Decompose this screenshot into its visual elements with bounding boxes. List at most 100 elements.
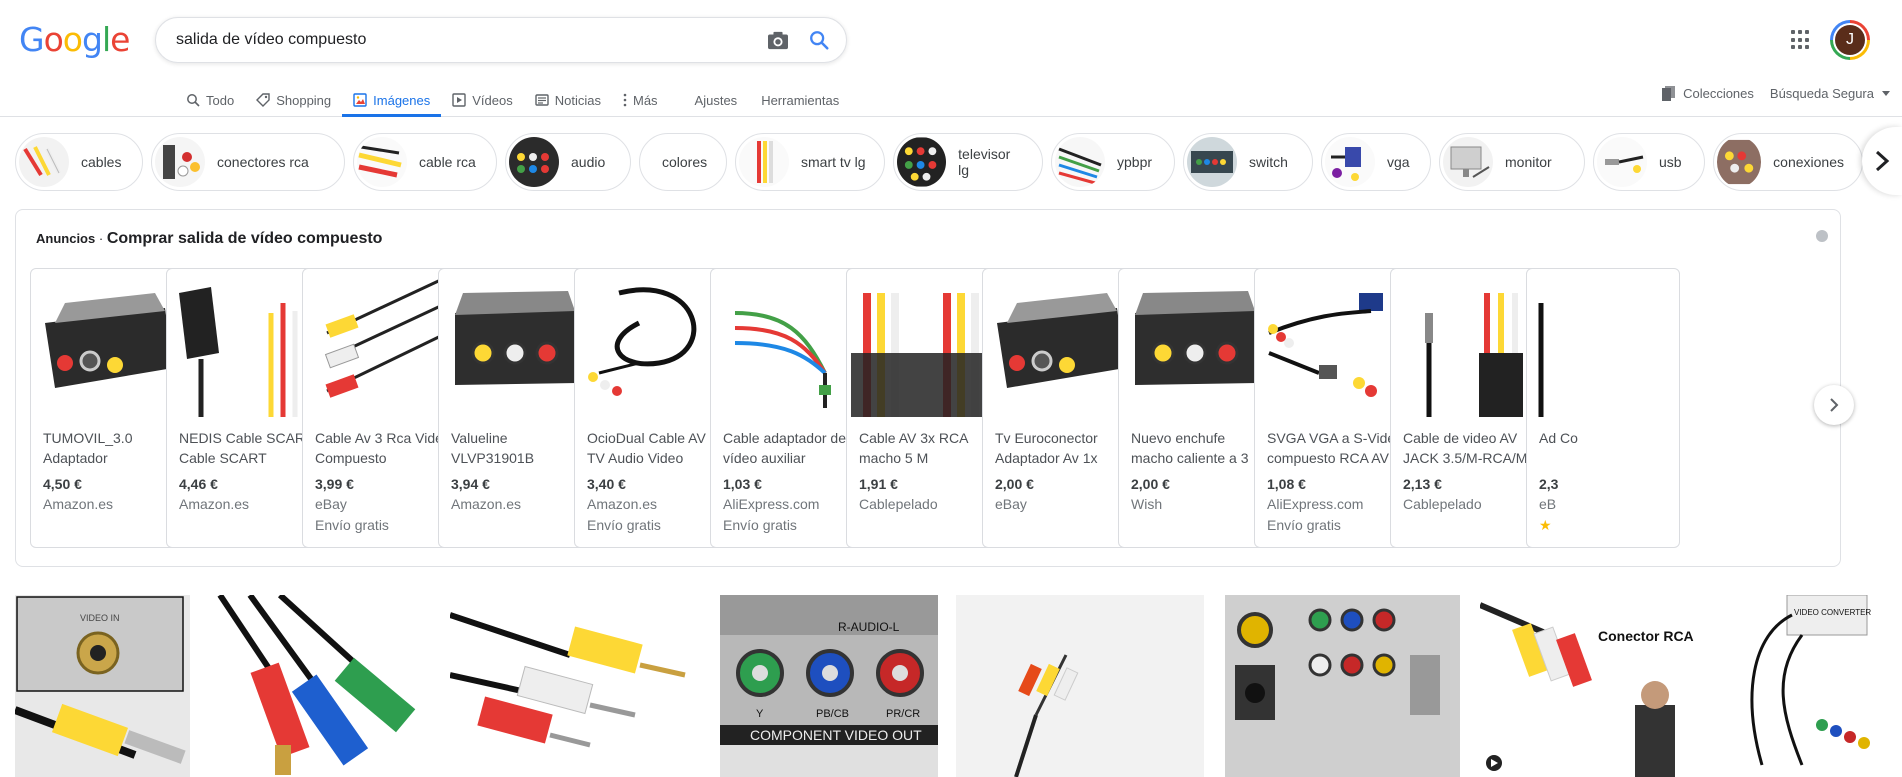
chip-thumbnail xyxy=(1597,137,1647,187)
svg-text:VIDEO IN: VIDEO IN xyxy=(80,613,120,623)
chip-conectores-rca[interactable]: conectores rca xyxy=(151,133,345,191)
product-image xyxy=(851,273,995,417)
chip-conexiones[interactable]: conexiones xyxy=(1713,133,1863,191)
product-card[interactable]: Nuevo enchufe macho caliente a 3 2,00 € … xyxy=(1118,268,1272,548)
svg-text:R-AUDIO-L: R-AUDIO-L xyxy=(838,620,900,634)
info-icon[interactable] xyxy=(1816,230,1828,242)
product-card[interactable]: SVGA VGA a S-Video compuesto RCA AV 1,08… xyxy=(1254,268,1408,548)
svg-text:Y: Y xyxy=(756,708,764,720)
result-image xyxy=(210,595,432,777)
product-image xyxy=(307,273,451,417)
search-query[interactable]: salida de vídeo compuesto xyxy=(176,31,366,49)
result-image xyxy=(1225,595,1460,777)
product-card[interactable]: Valueline VLVP31901B 3,94 € Amazon.es xyxy=(438,268,592,548)
product-card[interactable]: TUMOVIL_3.0 Adaptador 4,50 € Amazon.es xyxy=(30,268,184,548)
chip-audio[interactable]: audio xyxy=(505,133,631,191)
avatar[interactable]: J xyxy=(1830,20,1870,60)
image-result[interactable] xyxy=(1225,595,1460,777)
chip-thumbnail xyxy=(1717,139,1762,185)
product-image xyxy=(987,273,1131,417)
collections-link[interactable]: Colecciones xyxy=(1662,86,1754,101)
product-image xyxy=(443,273,587,417)
chip-colores[interactable]: colores xyxy=(639,133,727,191)
chip-usb[interactable]: usb xyxy=(1593,133,1705,191)
chip-thumbnail xyxy=(1443,137,1493,187)
tab-shopping[interactable]: Shopping xyxy=(245,84,342,116)
product-image xyxy=(1123,273,1267,417)
tab-herramientas[interactable]: Herramientas xyxy=(749,84,851,116)
result-image: R-AUDIO-L Y PB/CB PR/CR COMPONENT VIDEO … xyxy=(720,595,938,777)
chip-thumbnail xyxy=(509,137,559,187)
ads-header: Anuncios · Comprar salida de vídeo compu… xyxy=(36,230,383,247)
image-result[interactable]: R-AUDIO-L Y PB/CB PR/CR COMPONENT VIDEO … xyxy=(720,595,938,777)
top-bar: Google salida de vídeo compuesto J Todo … xyxy=(0,0,1902,117)
chip-thumbnail xyxy=(357,137,407,187)
chip-cable-rca[interactable]: cable rca xyxy=(353,133,497,191)
product-image xyxy=(715,273,859,417)
apps-grid-icon[interactable] xyxy=(1791,30,1811,50)
image-result[interactable] xyxy=(450,595,695,777)
product-card[interactable]: Ad Co 2,3 eB ★ xyxy=(1526,268,1680,548)
result-image: VIDEO CONVERTER xyxy=(1732,595,1902,777)
image-result[interactable]: VIDEO IN xyxy=(15,595,190,777)
tab-mas[interactable]: Más xyxy=(612,84,669,116)
tag-icon xyxy=(256,93,270,107)
search-tabs: Todo Shopping Imágenes Vídeos Noticias M… xyxy=(175,84,851,117)
chip-switch[interactable]: switch xyxy=(1183,133,1313,191)
chip-thumbnail xyxy=(155,137,205,187)
product-image xyxy=(1395,273,1539,417)
caret-down-icon xyxy=(1882,91,1890,96)
svg-text:PB/CB: PB/CB xyxy=(816,708,849,720)
result-image: VIDEO IN xyxy=(15,595,190,777)
tab-videos[interactable]: Vídeos xyxy=(441,84,523,116)
product-image xyxy=(579,273,723,417)
chip-vga[interactable]: vga xyxy=(1321,133,1431,191)
product-image xyxy=(171,273,315,417)
related-chips: cables conectores rca cable rca audio co… xyxy=(15,133,1902,191)
search-input[interactable]: salida de vídeo compuesto xyxy=(155,17,847,63)
chip-thumbnail xyxy=(19,137,69,187)
result-image xyxy=(956,595,1204,777)
image-result[interactable] xyxy=(210,595,432,777)
tab-ajustes[interactable]: Ajustes xyxy=(683,84,750,116)
chip-cables[interactable]: cables xyxy=(15,133,143,191)
product-card[interactable]: Cable Av 3 Rca Video Compuesto 3,99 € eB… xyxy=(302,268,456,548)
chip-thumbnail xyxy=(1055,137,1105,187)
chip-thumbnail xyxy=(739,137,789,187)
product-card[interactable]: Cable de video AV JACK 3.5/M-RCA/M 2,13 … xyxy=(1390,268,1544,548)
chevron-right-icon xyxy=(1875,150,1890,172)
product-image xyxy=(35,273,179,417)
product-card[interactable]: OcioDual Cable AV TV Audio Video 3,40 € … xyxy=(574,268,728,548)
product-card[interactable]: Cable AV 3x RCA macho 5 M 1,91 € Cablepe… xyxy=(846,268,1000,548)
video-result[interactable]: Conector RCA xyxy=(1480,595,1712,777)
chip-ypbpr[interactable]: ypbpr xyxy=(1051,133,1175,191)
chip-thumbnail xyxy=(1187,137,1237,187)
tab-imagenes[interactable]: Imágenes xyxy=(342,84,442,117)
image-result[interactable] xyxy=(956,595,1204,777)
result-image xyxy=(450,595,695,777)
google-logo[interactable]: Google xyxy=(19,20,130,59)
product-card[interactable]: Cable adaptador de vídeo auxiliar 1,03 €… xyxy=(710,268,864,548)
chip-monitor[interactable]: monitor xyxy=(1439,133,1585,191)
product-card[interactable]: Tv Euroconector Adaptador Av 1x 2,00 € e… xyxy=(982,268,1136,548)
chevron-right-icon xyxy=(1830,398,1839,412)
search-icon[interactable] xyxy=(808,29,830,51)
camera-icon[interactable] xyxy=(767,30,789,50)
ads-next-button[interactable] xyxy=(1814,385,1854,425)
tab-todo[interactable]: Todo xyxy=(175,84,245,116)
svg-text:COMPONENT VIDEO OUT: COMPONENT VIDEO OUT xyxy=(750,727,922,743)
product-image xyxy=(1259,273,1403,417)
more-icon xyxy=(623,93,627,107)
chip-televisor-lg[interactable]: televisor lg xyxy=(893,133,1043,191)
chip-smart-tv-lg[interactable]: smart tv lg xyxy=(735,133,885,191)
image-result[interactable]: VIDEO CONVERTER xyxy=(1732,595,1902,777)
bookmark-icon xyxy=(1662,86,1676,101)
svg-text:Conector RCA: Conector RCA xyxy=(1598,628,1694,644)
tab-noticias[interactable]: Noticias xyxy=(524,84,612,116)
product-card[interactable]: NEDIS Cable SCART Cable SCART 4,46 € Ama… xyxy=(166,268,320,548)
result-video-thumbnail: Conector RCA xyxy=(1480,595,1712,777)
safe-search-dropdown[interactable]: Búsqueda Segura xyxy=(1770,86,1902,101)
shopping-ads: Anuncios · Comprar salida de vídeo compu… xyxy=(15,209,1841,567)
right-tools: Colecciones Búsqueda Segura xyxy=(1662,86,1902,101)
chip-thumbnail xyxy=(897,137,947,187)
